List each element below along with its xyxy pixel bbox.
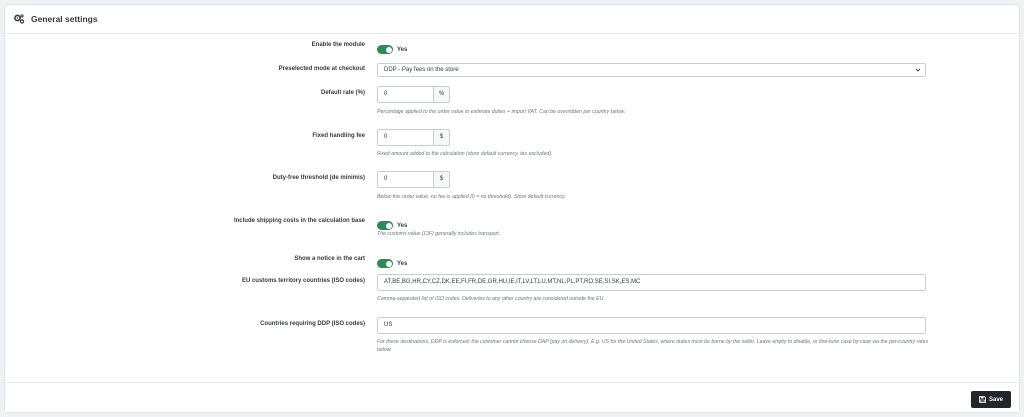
selected-value: DDP - Pay fees on the store — [384, 67, 459, 73]
threshold-input[interactable]: 0 — [377, 171, 433, 188]
threshold-group: 0 $ — [377, 171, 450, 188]
panel-title: General settings — [31, 14, 98, 24]
ddp-countries-label: Countries requiring DDP (ISO codes) — [260, 321, 365, 327]
fixed-fee-label: Fixed handling fee — [312, 133, 365, 139]
currency-addon: $ — [433, 129, 450, 146]
eu-countries-input[interactable]: AT,BE,BG,HR,CY,CZ,DK,EE,FI,FR,DE,GR,HU,I… — [377, 274, 926, 291]
default-rate-input[interactable]: 0 — [377, 86, 433, 103]
show-notice-label: Show a notice in the cart — [294, 256, 365, 262]
toggle-switch[interactable] — [377, 259, 393, 269]
include-shipping-label: Include shipping costs in the calculatio… — [233, 218, 365, 224]
floppy-disk-icon — [979, 396, 986, 403]
toggle-switch[interactable] — [377, 45, 393, 55]
toggle-switch[interactable] — [377, 221, 393, 231]
fixed-fee-group: 0 $ — [377, 129, 450, 146]
toggle-label: Yes — [397, 260, 408, 267]
eu-countries-help: Comma-separated list of ISO codes. Deliv… — [377, 296, 605, 302]
fixed-fee-help: Fixed amount added to the calculation (s… — [377, 151, 553, 157]
preselected-mode-select[interactable]: DDP - Pay fees on the store — [377, 63, 926, 77]
ddp-countries-help: For these destinations, DDP is enforced:… — [377, 339, 929, 353]
eu-countries-label: EU customs territory countries (ISO code… — [241, 278, 365, 284]
fixed-fee-input[interactable]: 0 — [377, 129, 433, 146]
save-label: Save — [988, 396, 1003, 403]
preselected-mode-label: Preselected mode at checkout — [278, 66, 365, 72]
currency-addon: $ — [433, 171, 450, 188]
chevron-down-icon — [915, 68, 921, 72]
threshold-label: Duty-free threshold (de minimis) — [272, 175, 365, 181]
panel-footer: Save — [5, 382, 1019, 412]
percent-addon: % — [433, 86, 450, 103]
gears-icon — [14, 14, 25, 24]
panel-heading: General settings — [5, 5, 1019, 34]
default-rate-help: Percentage applied to the order value to… — [377, 109, 626, 115]
toggle-label: Yes — [397, 222, 408, 229]
enable-module-label: Enable the module — [311, 42, 365, 48]
default-rate-label: Default rate (%) — [320, 90, 365, 96]
general-settings-panel: General settings Enable the module Yes P… — [4, 4, 1020, 413]
toggle-label: Yes — [397, 46, 408, 53]
default-rate-group: 0 % — [377, 86, 450, 103]
save-button[interactable]: Save — [971, 391, 1011, 408]
show-notice-toggle[interactable]: Yes — [377, 255, 407, 273]
ddp-countries-input[interactable]: US — [377, 317, 926, 334]
enable-module-toggle[interactable]: Yes — [377, 41, 407, 59]
threshold-help: Below this order value, no fee is applie… — [377, 194, 566, 200]
include-shipping-help: The customs value (CIF) generally includ… — [377, 231, 501, 237]
